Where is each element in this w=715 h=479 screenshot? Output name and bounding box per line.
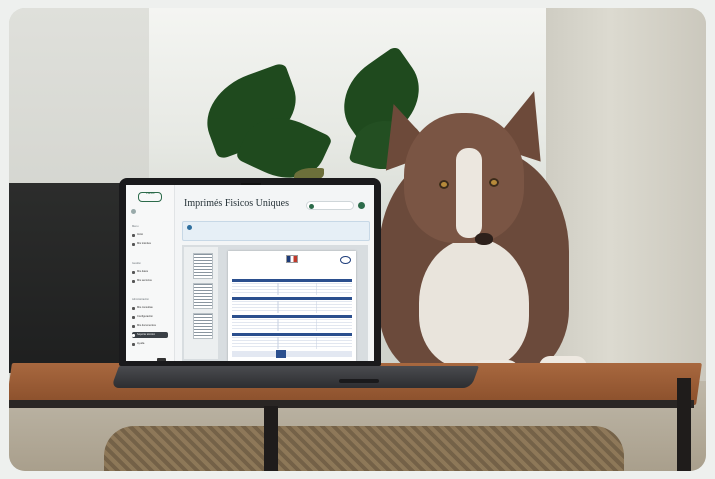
sidebar-item[interactable]: Mis datos [132,269,168,275]
page-thumbnail[interactable] [193,283,213,309]
status-badge [157,358,166,361]
form-band [232,333,352,336]
sidebar-item[interactable]: Mis consultas [132,305,168,311]
table-leg [677,378,691,471]
sidebar-item[interactable]: Mis trámites [132,241,168,247]
table-edge [9,400,694,408]
sidebar-item[interactable]: Ayuda [132,341,168,347]
sidebar-item[interactable]: Inicio [132,232,168,238]
document-viewer [182,245,368,361]
form-band [232,279,352,282]
thumbnail-strip [184,247,218,359]
sidebar-item[interactable]: Configuración [132,314,168,320]
sidebar-item-active[interactable]: Soporte técnico [132,332,168,338]
dog-chest [419,238,529,368]
form-footer [232,351,352,357]
sidebar-group-label: Administración [132,298,150,301]
sidebar: Facilis Menu Inicio Mis trámites Gestión… [126,185,175,361]
avatar [131,209,136,214]
dog-eye-left [439,180,449,189]
form-rows [232,319,352,331]
sidebar-group-label: Gestión [132,262,141,265]
form-rows [232,337,352,349]
laptop-base [110,366,480,388]
laptop-screen: Facilis Menu Inicio Mis trámites Gestión… [126,185,374,361]
seal-icon [340,256,351,264]
profile-icon[interactable] [358,202,365,209]
photo-frame: Facilis Menu Inicio Mis trámites Gestión… [9,8,706,471]
sidebar-item[interactable]: Mis servicios [132,278,168,284]
page-title: Imprimés Fisicos Uniques [184,198,289,209]
info-notice [182,221,370,241]
dog-blaze [456,148,482,238]
dog-eye-right [489,178,499,187]
page-thumbnail[interactable] [193,313,213,339]
dog-nose [475,233,493,245]
table-leg [264,406,278,471]
page-thumbnail[interactable] [193,253,213,279]
trackpad-lip [339,379,379,383]
curtain [546,8,706,408]
flag-icon [286,255,298,263]
form-band [232,315,352,318]
brand-name: Facilis [146,191,155,195]
woven-basket [104,426,624,471]
form-rows [232,301,352,313]
form-rows [232,283,352,295]
account-selector[interactable] [306,201,354,210]
document-page [228,251,356,361]
sidebar-group-label: Menu [132,225,139,228]
info-icon [187,225,192,230]
qr-code [276,350,286,358]
sidebar-item[interactable]: Mis documentos [132,323,168,329]
form-band [232,297,352,300]
